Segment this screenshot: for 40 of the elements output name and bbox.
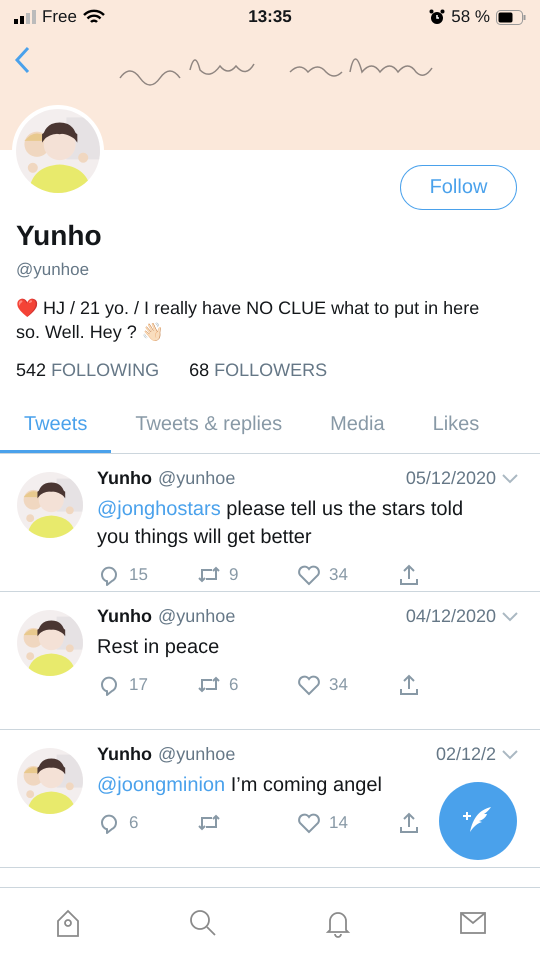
tweet-date: 02/12/2	[436, 744, 496, 765]
like-count: 14	[329, 813, 348, 833]
share-icon[interactable]	[397, 563, 421, 587]
heart-icon[interactable]	[297, 673, 321, 697]
mention-link[interactable]: @jonghostars	[97, 498, 221, 520]
tweet-handle: @yunhoe	[158, 606, 236, 627]
tweet-date: 05/12/2020	[406, 468, 496, 489]
tweet-text: Rest in peace	[97, 635, 220, 660]
share-icon[interactable]	[397, 811, 421, 835]
profile-tab[interactable]: Media	[306, 397, 409, 453]
reply-count: 17	[129, 675, 148, 695]
profile-handle: @yunhoe	[16, 260, 90, 280]
followers-count[interactable]: 68 FOLLOWERS	[189, 360, 328, 381]
tweet-handle: @yunhoe	[158, 468, 236, 489]
retweet-count: 9	[229, 565, 238, 585]
tweet-author: Yunho	[97, 606, 152, 627]
like-count: 34	[329, 565, 348, 585]
mention-link[interactable]: @joongminion	[97, 774, 226, 796]
profile-tab[interactable]: Tweets & replies	[111, 397, 306, 453]
profile-bio: ❤ HJ / 21 yo. / I really have NO CLUE what to put in here so. Well. Hey ? 👋🏻	[16, 297, 480, 344]
tweet-text: @jonghostars please tell us the stars told you things will get better	[97, 497, 464, 550]
profile-tab[interactable]: Likes	[408, 397, 504, 453]
tweet-author: Yunho	[97, 468, 152, 489]
chevron-icon[interactable]	[502, 474, 518, 484]
chevron-icon[interactable]	[502, 612, 518, 622]
heart-icon[interactable]	[297, 811, 321, 835]
retweet-count: 6	[229, 675, 238, 695]
reply-count: 15	[129, 565, 148, 585]
tweet-date: 04/12/2020	[406, 606, 496, 627]
profile-tab[interactable]: Tweets	[0, 397, 112, 453]
reply-count: 6	[129, 813, 138, 833]
share-icon[interactable]	[397, 673, 421, 697]
tweet-handle: @yunhoe	[158, 744, 236, 765]
profile-name: Yunho	[16, 220, 103, 252]
tweet-author: Yunho	[97, 744, 152, 765]
heart-icon[interactable]	[297, 563, 321, 587]
chevron-icon[interactable]	[502, 750, 518, 760]
following-count[interactable]: 542 FOLLOWING	[16, 360, 160, 381]
follow-button[interactable]: Follow	[400, 165, 517, 210]
like-count: 34	[329, 675, 348, 695]
